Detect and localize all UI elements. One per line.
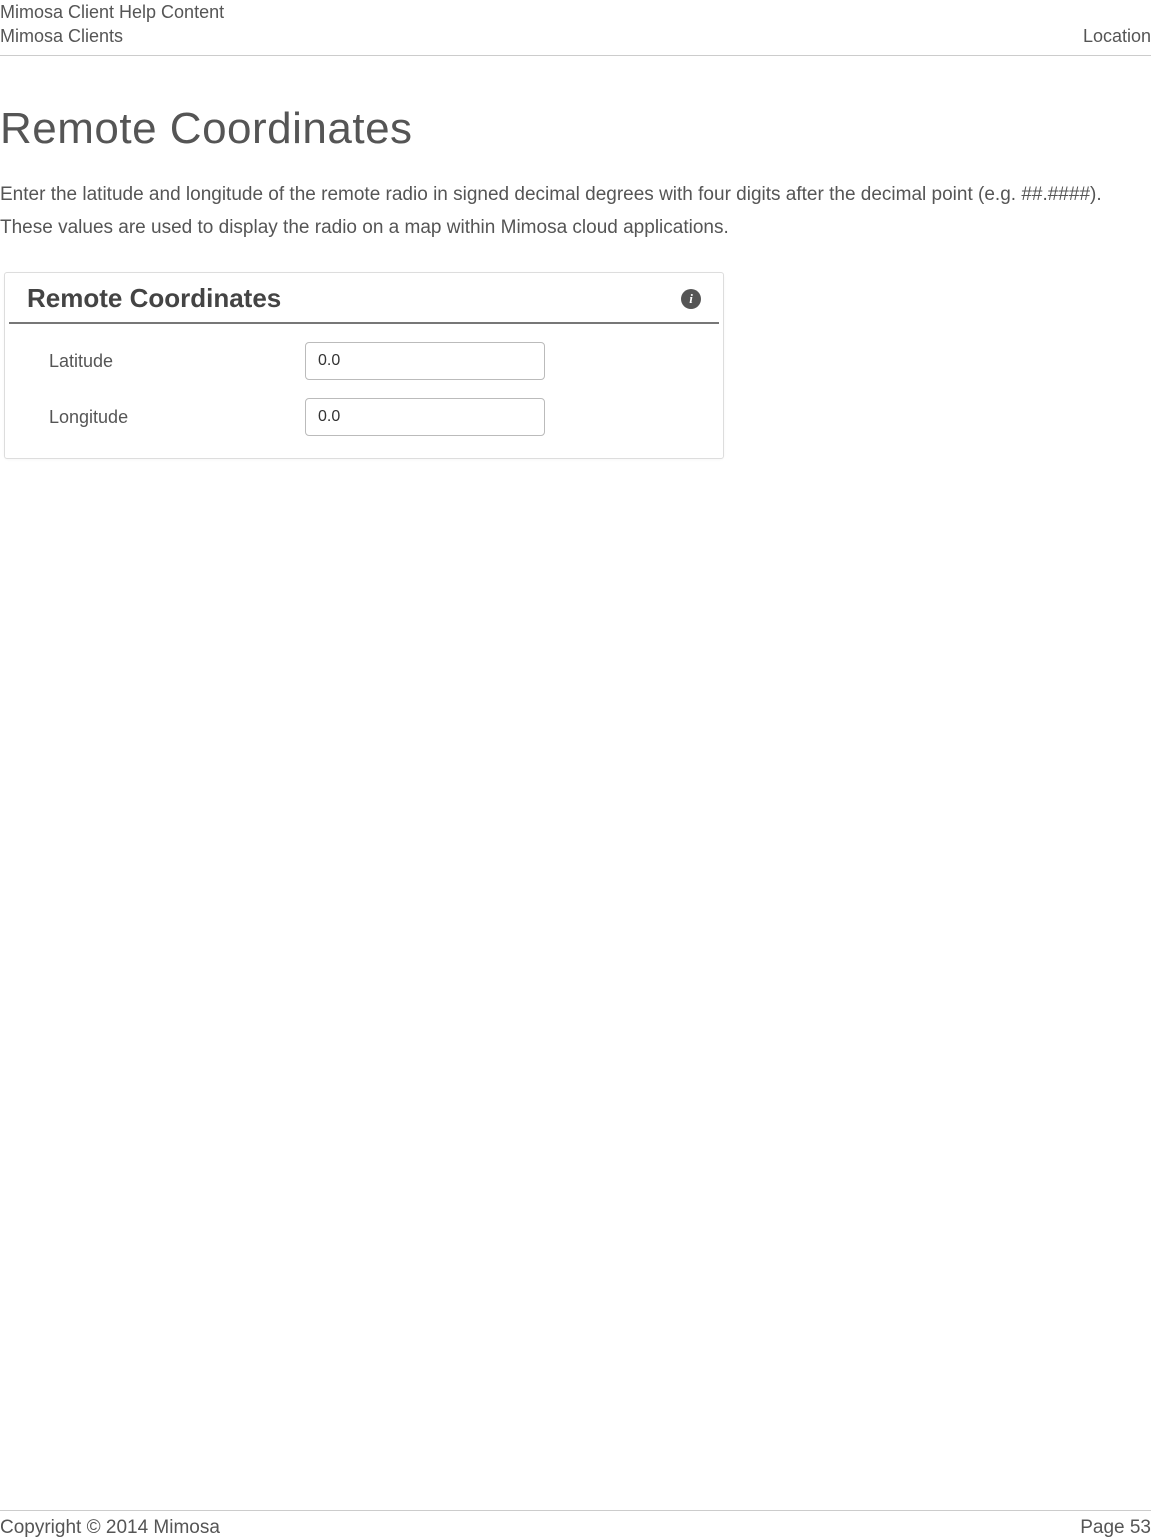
panel-title: Remote Coordinates [27, 283, 281, 314]
page-header: Mimosa Client Help Content Mimosa Client… [0, 0, 1151, 56]
footer-copyright: Copyright © 2014 Mimosa [0, 1517, 220, 1539]
page-title: Remote Coordinates [0, 104, 1151, 154]
header-topic: Location [1083, 24, 1151, 48]
latitude-row: Latitude [25, 342, 703, 380]
intro-paragraph: Enter the latitude and longitude of the … [0, 178, 1151, 245]
longitude-label: Longitude [25, 407, 305, 428]
page-content: Remote Coordinates Enter the latitude an… [0, 56, 1151, 460]
page-footer: Copyright © 2014 Mimosa Page 53 [0, 1510, 1151, 1539]
latitude-label: Latitude [25, 351, 305, 372]
header-section: Mimosa Clients [0, 24, 123, 48]
longitude-row: Longitude [25, 398, 703, 436]
info-icon[interactable]: i [681, 289, 701, 309]
panel-body: Latitude Longitude [5, 324, 723, 458]
latitude-input[interactable] [305, 342, 545, 380]
footer-page-number: Page 53 [1080, 1517, 1151, 1539]
header-doc-title: Mimosa Client Help Content [0, 0, 224, 24]
remote-coordinates-panel: Remote Coordinates i Latitude Longitude [4, 272, 724, 459]
longitude-input[interactable] [305, 398, 545, 436]
panel-header: Remote Coordinates i [9, 273, 719, 324]
